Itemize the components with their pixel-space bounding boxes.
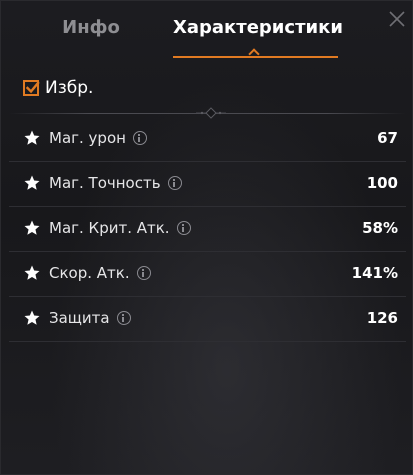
star-icon[interactable] — [23, 219, 41, 237]
stat-value: 100 — [366, 174, 398, 192]
checkmark-icon — [25, 81, 40, 94]
stat-label: Защита — [49, 307, 131, 329]
stat-label: Маг. Крит. Атк. — [49, 217, 191, 239]
close-button[interactable] — [385, 7, 409, 31]
star-icon[interactable] — [23, 309, 41, 327]
stat-value: 67 — [377, 129, 398, 147]
info-icon[interactable] — [176, 221, 191, 235]
stat-value: 58% — [362, 219, 398, 237]
stats-panel: Инфо Характеристики Избр. Маг. урон 67 М… — [0, 0, 413, 475]
stat-label: Скор. Атк. — [49, 262, 151, 284]
star-icon[interactable] — [23, 174, 41, 192]
stat-label: Маг. Точность — [49, 172, 182, 194]
info-icon[interactable] — [116, 311, 131, 325]
favorite-checkbox[interactable] — [23, 80, 40, 96]
star-icon[interactable] — [23, 264, 41, 282]
tab-characteristics[interactable]: Характеристики — [173, 13, 343, 43]
info-icon[interactable] — [132, 131, 147, 145]
tab-info[interactable]: Инфо — [31, 13, 151, 43]
favorite-label: Избр. — [45, 78, 94, 98]
stat-row-magic-crit[interactable]: Маг. Крит. Атк. 58% — [9, 207, 406, 252]
stat-label: Маг. урон — [49, 127, 147, 149]
stat-row-defense[interactable]: Защита 126 — [9, 297, 406, 342]
stat-list: Маг. урон 67 Маг. Точность 100 Маг. Крит… — [9, 117, 406, 342]
stat-value: 126 — [366, 309, 398, 327]
info-icon[interactable] — [167, 176, 182, 190]
stat-row-magic-accuracy[interactable]: Маг. Точность 100 — [9, 162, 406, 207]
stat-row-magic-damage[interactable]: Маг. урон 67 — [9, 117, 406, 162]
star-icon[interactable] — [23, 129, 41, 147]
stat-row-attack-speed[interactable]: Скор. Атк. 141% — [9, 252, 406, 297]
stat-value: 141% — [351, 264, 398, 282]
close-icon — [389, 11, 405, 27]
info-icon[interactable] — [136, 266, 151, 280]
tab-bar: Инфо Характеристики — [1, 1, 413, 60]
favorite-filter[interactable]: Избр. — [23, 75, 93, 101]
